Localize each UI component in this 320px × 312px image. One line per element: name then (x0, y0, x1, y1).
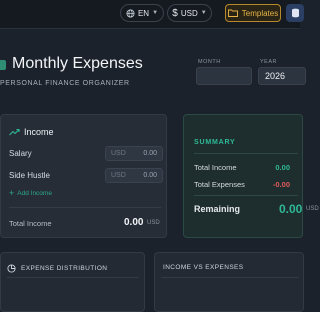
currency-prefix: USD (111, 172, 126, 179)
income-row-label: Salary (9, 149, 32, 158)
salary-amount-input[interactable]: USD 0.00 (105, 146, 163, 161)
remaining-value: 0.00 (279, 202, 303, 216)
summary-expenses-label: Total Expenses (194, 180, 245, 189)
month-select[interactable] (196, 67, 252, 85)
income-vs-expenses-panel: INCOME VS EXPENSES (154, 252, 304, 312)
year-label: YEAR (260, 59, 277, 65)
summary-income-value: 0.00 (275, 163, 290, 172)
currency-prefix: USD (111, 150, 126, 157)
divider (194, 153, 298, 154)
amount-value: 0.00 (143, 172, 157, 179)
divider (7, 277, 139, 278)
total-income-currency: USD (147, 220, 160, 226)
templates-button[interactable]: Templates (225, 4, 281, 22)
plus-icon: + (9, 188, 15, 198)
add-income-label: Add Income (17, 189, 52, 197)
year-input[interactable]: 2026 (258, 67, 306, 85)
language-selector[interactable]: EN ▼ (120, 4, 164, 22)
add-income-button[interactable]: + Add Income (9, 188, 52, 198)
language-label: EN (137, 8, 150, 18)
dollar-icon: $ (172, 7, 178, 19)
top-bar: EN ▼ $ USD ▼ Templates (0, 0, 304, 29)
divider (9, 207, 161, 208)
pie-chart-icon (7, 264, 16, 273)
month-label: MONTH (198, 59, 221, 65)
database-icon (291, 8, 299, 18)
currency-selector[interactable]: $ USD ▼ (167, 4, 212, 22)
summary-expenses-value: -0.00 (272, 180, 290, 189)
remaining-currency: USD (306, 206, 319, 212)
expense-distribution-panel: EXPENSE DISTRIBUTION (0, 252, 145, 312)
income-header: Income (9, 127, 54, 137)
summary-income-label: Total Income (194, 163, 237, 172)
income-card: Income Salary USD 0.00 Side Hustle USD 0… (0, 114, 167, 238)
database-button[interactable] (286, 4, 304, 22)
remaining-label: Remaining (194, 204, 241, 214)
income-row-label: Side Hustle (9, 171, 50, 180)
expense-distribution-title: EXPENSE DISTRIBUTION (21, 265, 108, 272)
total-income-value: 0.00 (124, 217, 144, 228)
income-title: Income (24, 127, 54, 137)
total-income-label: Total Income (9, 219, 52, 228)
chevron-down-icon: ▼ (152, 10, 159, 16)
templates-label: Templates (241, 8, 279, 18)
summary-card: SUMMARY Total Income 0.00 Total Expenses… (183, 114, 319, 238)
divider (161, 277, 299, 278)
folder-icon (227, 9, 238, 17)
page-title: Monthly Expenses (12, 55, 143, 72)
divider (194, 195, 298, 196)
wallet-icon (0, 60, 6, 70)
chevron-down-icon: ▼ (200, 10, 207, 16)
side-hustle-amount-input[interactable]: USD 0.00 (105, 168, 163, 183)
page-subtitle: PERSONAL FINANCE ORGANIZER (0, 80, 130, 87)
expense-distribution-header: EXPENSE DISTRIBUTION (7, 264, 107, 273)
summary-title: SUMMARY (194, 139, 236, 146)
globe-icon (126, 8, 135, 18)
amount-value: 0.00 (143, 150, 157, 157)
income-vs-expenses-title: INCOME VS EXPENSES (163, 264, 244, 271)
currency-label: USD (180, 8, 198, 18)
trending-up-icon (9, 128, 20, 136)
